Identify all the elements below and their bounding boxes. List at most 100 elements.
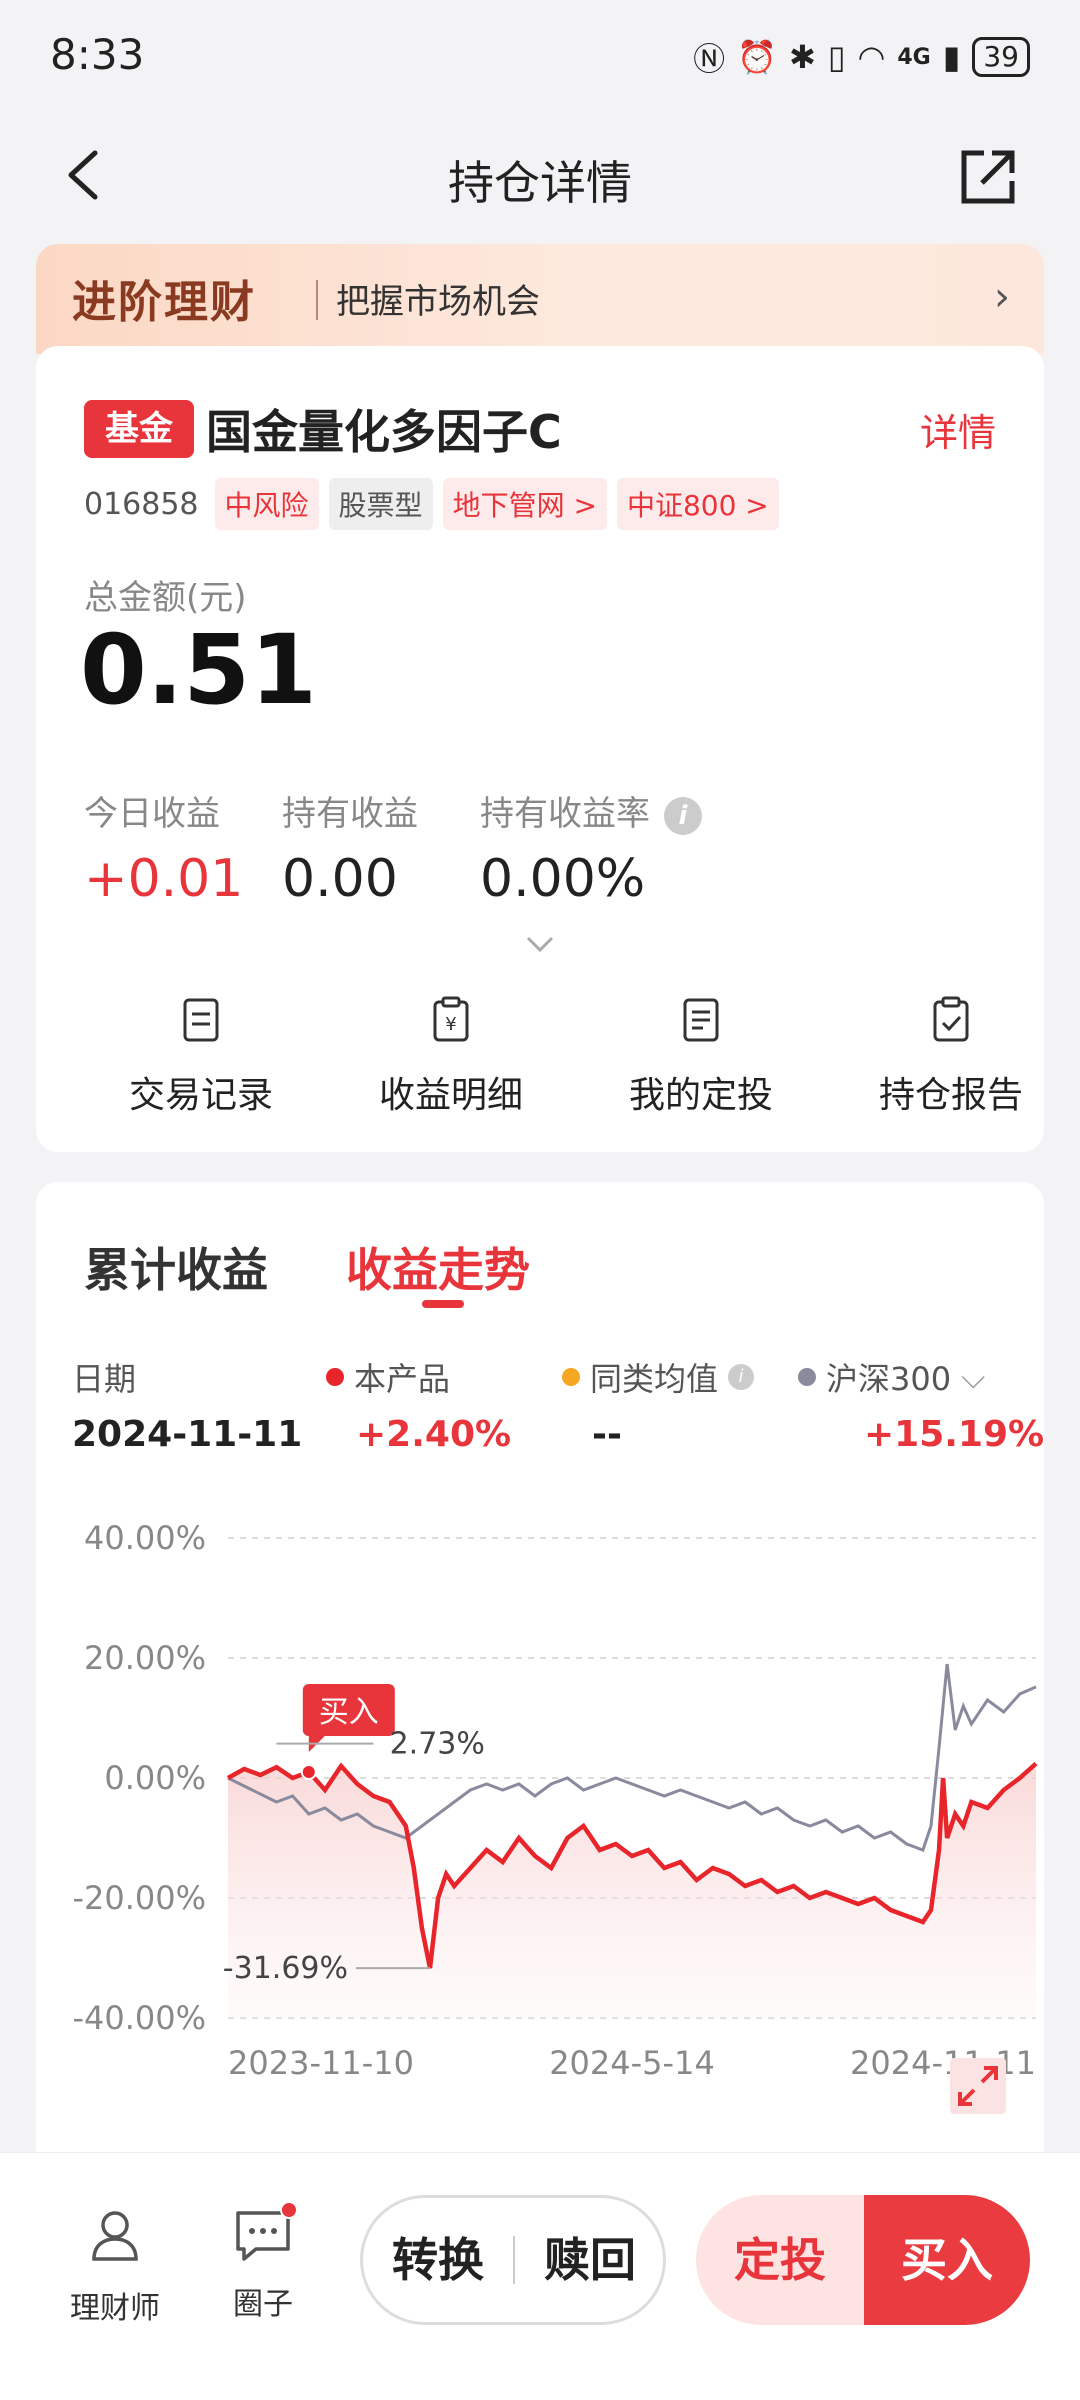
action-my-dingtou[interactable]: 我的定投 bbox=[586, 996, 816, 1118]
battery-indicator: 39 bbox=[972, 37, 1030, 77]
y-tick-label: 40.00% bbox=[84, 1519, 206, 1557]
legend-dot-hs300 bbox=[798, 1368, 816, 1386]
action-holding-report-label: 持仓报告 bbox=[878, 1075, 1023, 1116]
x-tick-label: 2024-5-14 bbox=[549, 2044, 715, 2082]
alarm-icon: ⏰ bbox=[737, 38, 778, 76]
circle-button[interactable]: 圈子 bbox=[232, 2201, 298, 2323]
top-header: 持仓详情 bbox=[0, 115, 1080, 240]
chevron-down-icon[interactable] bbox=[522, 932, 558, 956]
promo-banner[interactable]: 进阶理财 把握市场机会 › bbox=[36, 244, 1044, 354]
expand-chart-icon[interactable] bbox=[950, 2058, 1006, 2114]
buy-button[interactable]: 买入 bbox=[864, 2195, 1030, 2325]
type-tag: 股票型 bbox=[328, 478, 433, 530]
status-time: 8:33 bbox=[50, 30, 145, 79]
min-annotation-label: -31.69% bbox=[223, 1951, 348, 1986]
legend-peer-avg: 同类均值 i -- bbox=[562, 1354, 755, 1455]
status-icons: Ⓝ ⏰ ✱ ▯ ◠ 4G ▮ 39 bbox=[693, 34, 1030, 80]
stat-holding-rate-value: 0.00% bbox=[480, 849, 646, 909]
info-icon[interactable]: i bbox=[664, 796, 702, 835]
fund-detail-link[interactable]: 详情 bbox=[920, 402, 996, 457]
fund-tags: 016858 中风险 股票型 地下管网 > 中证800 > bbox=[84, 478, 779, 530]
legend-product-value: +2.40% bbox=[356, 1414, 512, 1455]
legend-date-value: 2024-11-11 bbox=[72, 1414, 303, 1455]
max-annotation-label: 2.73% bbox=[390, 1727, 485, 1762]
stat-today-label: 今日收益 bbox=[84, 794, 220, 834]
page-title: 持仓详情 bbox=[448, 156, 632, 210]
tab-earnings-trend[interactable]: 收益走势 bbox=[346, 1234, 530, 1300]
legend-product: 本产品 +2.40% bbox=[326, 1354, 511, 1455]
promo-tag: 进阶理财 bbox=[72, 277, 256, 328]
action-earnings-detail[interactable]: ¥ 收益明细 bbox=[336, 996, 566, 1118]
active-tab-indicator bbox=[422, 1300, 464, 1308]
action-trade-records-label: 交易记录 bbox=[128, 1075, 273, 1116]
fund-type-badge: 基金 bbox=[84, 400, 194, 458]
stat-holding: 持有收益 0.00 bbox=[282, 786, 418, 909]
stat-holding-rate: 持有收益率 i 0.00% bbox=[480, 786, 702, 909]
x-tick-label: 2024-11-11 bbox=[850, 2044, 1036, 2082]
total-amount-label: 总金额(元) bbox=[84, 578, 247, 618]
bluetooth-icon: ✱ bbox=[789, 38, 816, 76]
quick-actions: 交易记录 ¥ 收益明细 我的定投 持仓报告 bbox=[36, 996, 1044, 1126]
document-icon bbox=[683, 998, 719, 1042]
legend-hs300-value: +15.19% bbox=[864, 1414, 1045, 1455]
convert-redeem-group: 转换 赎回 bbox=[360, 2195, 666, 2325]
bottom-action-bar: 理财师 圈子 转换 赎回 定投 买入 bbox=[0, 2152, 1080, 2400]
legend-product-name: 本产品 bbox=[354, 1360, 451, 1398]
y-tick-label: 0.00% bbox=[104, 1759, 206, 1797]
theme-tag[interactable]: 地下管网 > bbox=[442, 478, 607, 530]
check-clipboard-icon bbox=[933, 996, 969, 1042]
stat-holding-rate-text: 持有收益率 bbox=[480, 794, 650, 834]
product-area-fill bbox=[228, 1763, 1036, 2018]
signal-icon: ▮ bbox=[942, 38, 961, 76]
convert-button[interactable]: 转换 bbox=[363, 2198, 513, 2322]
y-tick-label: 20.00% bbox=[84, 1639, 206, 1677]
action-holding-report[interactable]: 持仓报告 bbox=[836, 996, 1066, 1118]
dingtou-button[interactable]: 定投 bbox=[696, 2195, 864, 2325]
legend-date-label: 日期 bbox=[72, 1360, 137, 1398]
nfc-icon: Ⓝ bbox=[693, 40, 726, 78]
advisor-label: 理财师 bbox=[70, 2291, 160, 2326]
total-amount-value: 0.51 bbox=[80, 614, 317, 726]
promo-divider bbox=[316, 280, 318, 320]
tab-cumulative-earnings[interactable]: 累计收益 bbox=[84, 1234, 268, 1300]
chevron-down-icon: ⌵ bbox=[961, 1357, 986, 1396]
notification-dot bbox=[280, 2201, 298, 2219]
info-icon[interactable]: i bbox=[728, 1364, 755, 1390]
stat-holding-label: 持有收益 bbox=[282, 794, 418, 834]
stat-holding-value: 0.00 bbox=[282, 849, 398, 909]
fund-code: 016858 bbox=[84, 486, 199, 522]
risk-tag: 中风险 bbox=[214, 478, 319, 530]
redeem-button[interactable]: 赎回 bbox=[515, 2198, 665, 2322]
y-tick-label: -40.00% bbox=[72, 1999, 206, 2037]
x-tick-label: 2023-11-10 bbox=[228, 2044, 414, 2082]
chevron-right-icon: › bbox=[994, 274, 1010, 320]
stat-today: 今日收益 +0.01 bbox=[84, 786, 243, 909]
buy-button-group: 定投 买入 bbox=[696, 2195, 1030, 2325]
index-tag[interactable]: 中证800 > bbox=[616, 478, 779, 530]
legend-date: 日期 2024-11-11 bbox=[72, 1354, 302, 1455]
advisor-button[interactable]: 理财师 bbox=[70, 2205, 160, 2327]
document-list-icon bbox=[183, 998, 219, 1042]
circle-label: 圈子 bbox=[233, 2287, 293, 2322]
legend-hs300[interactable]: 沪深300 ⌵ +15.19% bbox=[798, 1354, 1044, 1455]
legend-dot-peer bbox=[562, 1368, 580, 1386]
fund-name: 国金量化多因子C bbox=[206, 405, 562, 459]
action-my-dingtou-label: 我的定投 bbox=[628, 1075, 773, 1116]
legend-dot-product bbox=[326, 1368, 344, 1386]
network-label: 4G bbox=[897, 44, 931, 70]
wifi-icon: ◠ bbox=[857, 38, 886, 76]
share-icon[interactable] bbox=[956, 145, 1020, 209]
earnings-line-chart[interactable]: 40.00% 20.00% 0.00% -20.00% -40.00% 2023-11-1… bbox=[36, 1482, 1044, 2172]
performance-chart-card: 累计收益 收益走势 日期 2024-11-11 本产品 +2.40% 同类均值 i… bbox=[36, 1182, 1044, 2182]
fund-summary-card: 基金 国金量化多因子C 详情 016858 中风险 股票型 地下管网 > 中证8… bbox=[36, 346, 1044, 1152]
advisor-icon bbox=[92, 2211, 138, 2261]
action-earnings-detail-label: 收益明细 bbox=[378, 1075, 523, 1116]
status-bar: 8:33 Ⓝ ⏰ ✱ ▯ ◠ 4G ▮ 39 bbox=[0, 0, 1080, 115]
yuan-clipboard-icon: ¥ bbox=[433, 996, 469, 1042]
stat-holding-rate-label: 持有收益率 i bbox=[480, 786, 702, 835]
legend-peer-name: 同类均值 bbox=[590, 1360, 719, 1398]
buy-marker-label: 买入 bbox=[319, 1695, 379, 1730]
legend-peer-value: -- bbox=[592, 1414, 622, 1455]
action-trade-records[interactable]: 交易记录 bbox=[86, 996, 316, 1118]
buy-point-marker bbox=[300, 1764, 317, 1780]
